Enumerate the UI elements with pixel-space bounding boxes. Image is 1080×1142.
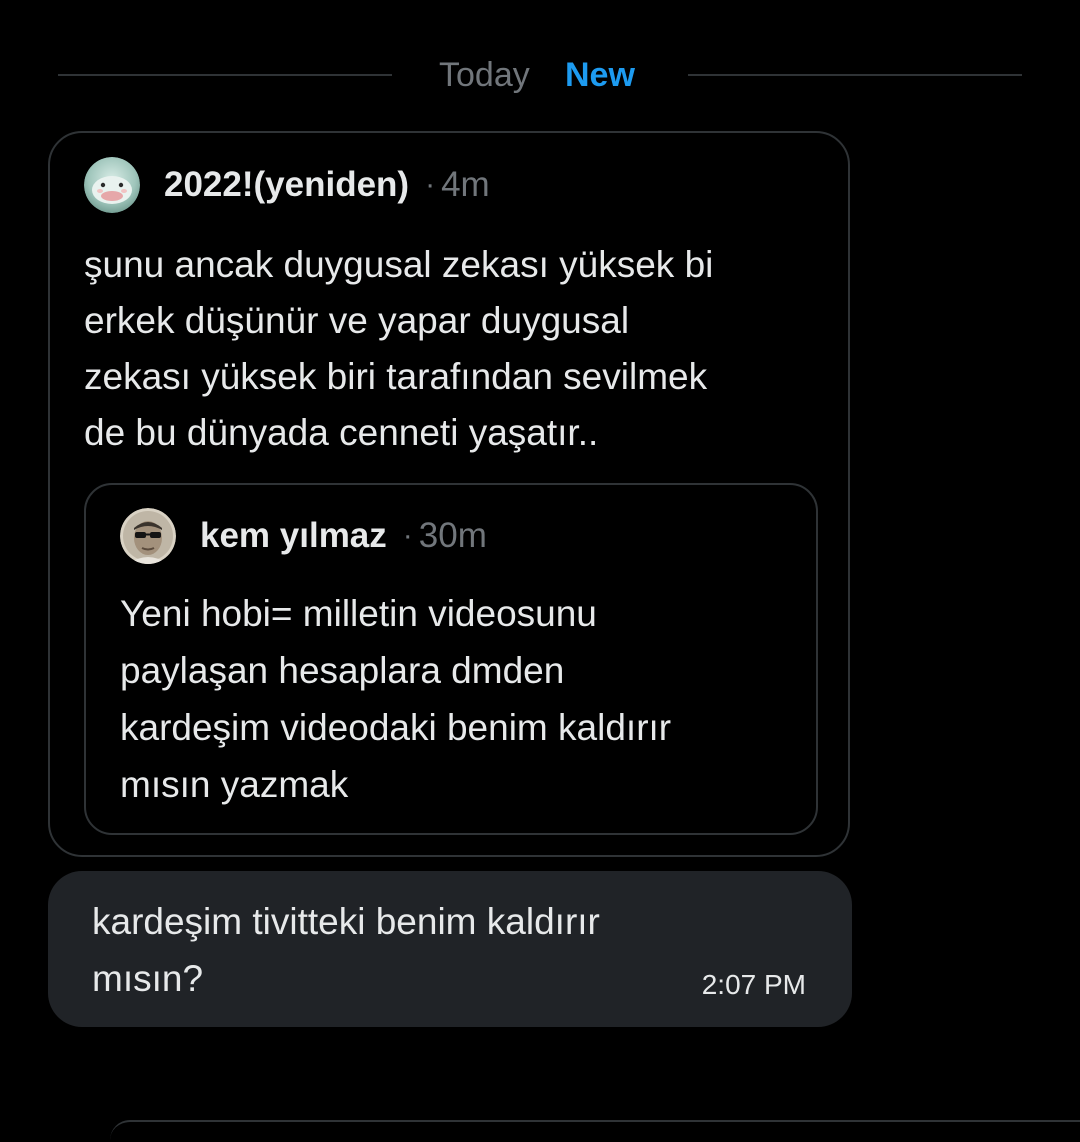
quoted-post-author[interactable]: kem yılmaz xyxy=(200,516,387,556)
shared-post-text: şunu ancak duygusal zekası yüksek bi erk… xyxy=(84,244,714,453)
new-messages-divider: Today New xyxy=(0,48,1080,102)
dolphin-avatar-icon[interactable] xyxy=(84,157,140,213)
message-bubble[interactable]: kardeşim tivitteki benim kaldırır mısın?… xyxy=(48,871,852,1027)
quoted-post-card[interactable]: kem yılmaz · 30m Yeni hobi= milletin vid… xyxy=(84,483,818,835)
quoted-post-separator: · xyxy=(402,519,413,552)
shared-post-separator: · xyxy=(425,168,436,201)
quoted-post-time: 30m xyxy=(418,516,487,555)
shared-post-card[interactable]: 2022!(yeniden) · 4m şunu ancak duygusal … xyxy=(48,131,850,857)
quoted-post-text: Yeni hobi= milletin videosunu paylaşan h… xyxy=(120,593,672,805)
message-text: kardeşim tivitteki benim kaldırır mısın? xyxy=(92,901,600,999)
shared-post-author[interactable]: 2022!(yeniden) xyxy=(164,165,409,205)
quoted-post-header: kem yılmaz · 30m xyxy=(120,507,487,565)
divider-line-left xyxy=(58,74,392,76)
next-message-edge xyxy=(110,1120,1080,1142)
divider-line-right xyxy=(688,74,1022,76)
divider-new-label: New xyxy=(565,56,635,94)
shared-post-header: 2022!(yeniden) · 4m xyxy=(84,157,490,213)
message-timestamp: 2:07 PM xyxy=(701,969,806,1000)
shared-post-time: 4m xyxy=(441,165,490,204)
sunglasses-person-avatar-icon[interactable] xyxy=(120,508,176,564)
divider-today-label: Today xyxy=(439,56,530,94)
